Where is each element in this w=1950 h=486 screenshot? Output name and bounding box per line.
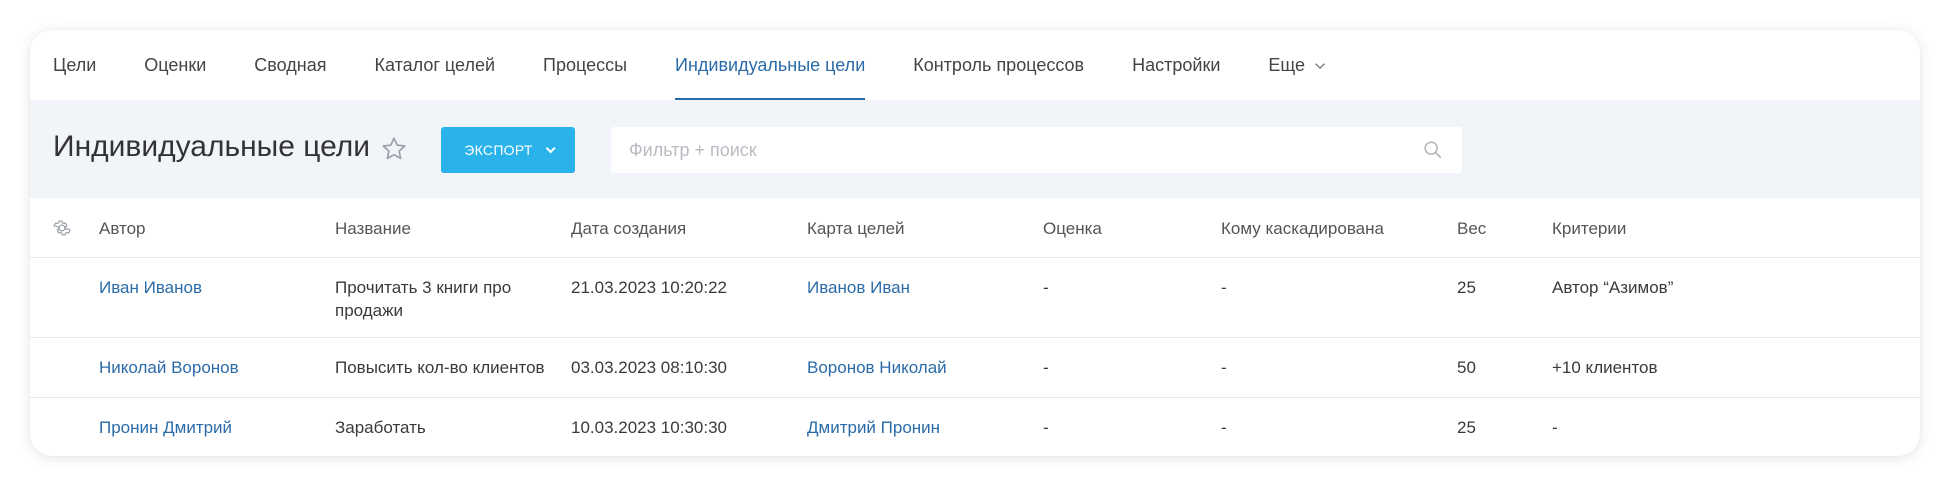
tab-process-control[interactable]: Контроль процессов	[913, 30, 1084, 100]
search-box	[611, 127, 1462, 173]
cascaded-to-value: -	[1221, 358, 1227, 377]
column-header-author[interactable]: Автор	[99, 217, 146, 240]
tab-bar: Цели Оценки Сводная Каталог целей Процес…	[30, 30, 1920, 100]
cascaded-to-value: -	[1221, 418, 1227, 437]
score-value: -	[1043, 358, 1049, 377]
tab-processes[interactable]: Процессы	[543, 30, 627, 100]
goals-table: Автор Название Дата создания Карта целей…	[30, 198, 1920, 456]
goal-name: Прочитать 3 книги про продажи	[335, 278, 512, 320]
chevron-down-icon	[1315, 59, 1325, 69]
tab-more[interactable]: Еще	[1268, 30, 1325, 100]
column-header-name[interactable]: Название	[335, 217, 411, 240]
column-header-cascaded-to[interactable]: Кому каскадирована	[1221, 217, 1384, 240]
search-input[interactable]	[611, 127, 1462, 173]
created-date: 10.03.2023 10:30:30	[571, 418, 727, 437]
goal-map-link[interactable]: Дмитрий Пронин	[807, 416, 940, 439]
page-title: Индивидуальные цели	[53, 130, 371, 163]
goal-name: Повысить кол-во клиентов	[335, 358, 545, 377]
criteria-value: Автор “Азимов”	[1552, 278, 1674, 297]
tab-summary[interactable]: Сводная	[254, 30, 326, 100]
goal-map-link[interactable]: Воронов Николай	[807, 356, 947, 379]
created-date: 03.03.2023 08:10:30	[571, 358, 727, 377]
export-button[interactable]: ЭКСПОРТ	[441, 127, 575, 173]
chevron-down-icon	[545, 142, 556, 153]
score-value: -	[1043, 418, 1049, 437]
goal-map-link[interactable]: Иванов Иван	[807, 276, 910, 299]
column-header-criteria[interactable]: Критерии	[1552, 217, 1626, 240]
tab-more-label: Еще	[1268, 55, 1305, 75]
author-link[interactable]: Пронин Дмитрий	[99, 416, 232, 439]
gear-icon[interactable]	[52, 218, 72, 238]
export-button-label: ЭКСПОРТ	[464, 142, 533, 158]
column-header-goal-map[interactable]: Карта целей	[807, 217, 905, 240]
column-header-date[interactable]: Дата создания	[571, 217, 686, 240]
weight-value: 50	[1457, 358, 1476, 377]
tab-goal-catalog[interactable]: Каталог целей	[374, 30, 495, 100]
created-date: 21.03.2023 10:20:22	[571, 278, 727, 297]
score-value: -	[1043, 278, 1049, 297]
criteria-value: +10 клиентов	[1552, 358, 1658, 377]
table-row[interactable]: Иван Иванов Прочитать 3 книги про продаж…	[30, 258, 1920, 338]
search-icon[interactable]	[1422, 139, 1444, 161]
criteria-value: -	[1552, 418, 1558, 437]
tab-goals[interactable]: Цели	[53, 30, 96, 100]
tab-individual-goals[interactable]: Индивидуальные цели	[675, 30, 866, 100]
column-header-score[interactable]: Оценка	[1043, 217, 1102, 240]
goal-name: Заработать	[335, 418, 426, 437]
tab-ratings[interactable]: Оценки	[144, 30, 206, 100]
goals-card: Цели Оценки Сводная Каталог целей Процес…	[30, 30, 1920, 456]
weight-value: 25	[1457, 418, 1476, 437]
cascaded-to-value: -	[1221, 278, 1227, 297]
table-row[interactable]: Николай Воронов Повысить кол-во клиентов…	[30, 338, 1920, 398]
weight-value: 25	[1457, 278, 1476, 297]
author-link[interactable]: Иван Иванов	[99, 276, 202, 299]
table-row[interactable]: Пронин Дмитрий Заработать 10.03.2023 10:…	[30, 398, 1920, 456]
star-outline-icon[interactable]	[380, 135, 408, 163]
author-link[interactable]: Николай Воронов	[99, 356, 239, 379]
tab-settings[interactable]: Настройки	[1132, 30, 1220, 100]
page-header: Индивидуальные цели ЭКСПОРТ	[30, 100, 1920, 198]
table-header-row: Автор Название Дата создания Карта целей…	[30, 198, 1920, 258]
column-header-weight[interactable]: Вес	[1457, 217, 1486, 240]
